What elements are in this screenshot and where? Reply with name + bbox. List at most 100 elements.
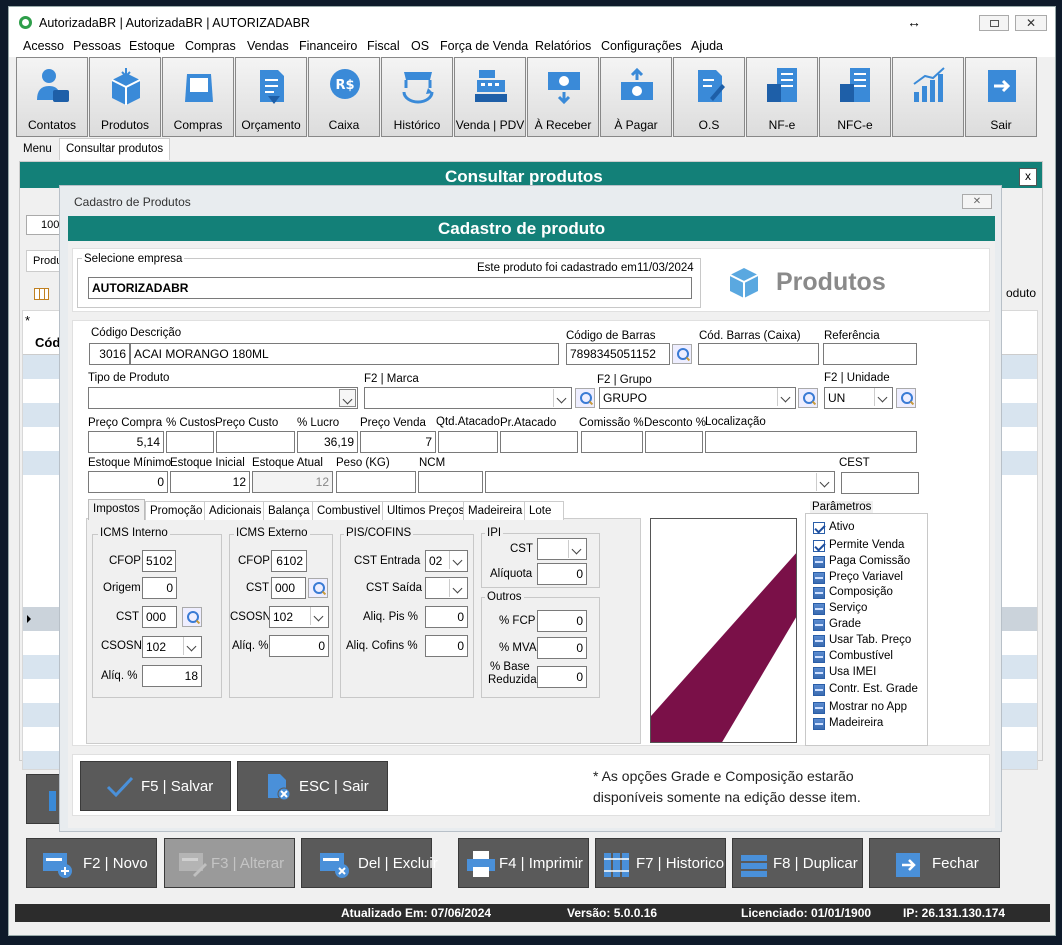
cod-barras-search-icon[interactable]: [672, 344, 692, 364]
product-image[interactable]: [650, 518, 797, 743]
tipo-produto-select[interactable]: [88, 387, 358, 409]
empresa-field[interactable]: AUTORIZADABR: [88, 277, 692, 299]
cod-barras-caixa-field[interactable]: [698, 343, 819, 365]
menu-forca-de-venda[interactable]: Força de Venda: [440, 39, 528, 53]
historico-button[interactable]: F7 | Historico: [595, 838, 726, 888]
icms-ext-cfop-field[interactable]: 6102: [271, 550, 307, 572]
toolbar-nfe-button[interactable]: NF-e: [746, 57, 818, 137]
salvar-button[interactable]: F5 | Salvar: [80, 761, 231, 811]
peso-field[interactable]: [336, 471, 416, 493]
cod-barras-field[interactable]: 7898345051152: [566, 343, 670, 365]
referencia-field[interactable]: [823, 343, 917, 365]
subtab-ultimos-precos[interactable]: Ultimos Preços: [382, 501, 470, 520]
ncm-select[interactable]: [485, 471, 835, 493]
toolbar-historico-button[interactable]: Histórico: [381, 57, 453, 137]
parametro-checkbox[interactable]: [813, 556, 825, 568]
marca-select[interactable]: [364, 387, 572, 409]
menu-financeiro[interactable]: Financeiro: [299, 39, 357, 53]
menu-relatorios[interactable]: Relatórios: [535, 39, 591, 53]
icms-int-cst-field[interactable]: 000: [142, 606, 177, 628]
parametro-checkbox[interactable]: [813, 651, 825, 663]
toolbar-contatos-button[interactable]: Contatos: [16, 57, 88, 137]
toolbar-compras-button[interactable]: Compras: [162, 57, 234, 137]
localizacao-field[interactable]: [705, 431, 917, 453]
sair-button[interactable]: ESC | Sair: [237, 761, 388, 811]
menu-acesso[interactable]: Acesso: [23, 39, 64, 53]
preco-custo-field[interactable]: [216, 431, 295, 453]
tab-menu[interactable]: Menu: [23, 143, 52, 155]
parametro-checkbox[interactable]: [813, 522, 825, 534]
parametro-checkbox[interactable]: [813, 619, 825, 631]
toolbar-orcamento-button[interactable]: Orçamento: [235, 57, 307, 137]
subtab-madeireira[interactable]: Madeireira: [463, 501, 528, 520]
preco-compra-field[interactable]: 5,14: [88, 431, 164, 453]
toolbar-sair-button[interactable]: Sair: [965, 57, 1037, 137]
ipi-cst-select[interactable]: [537, 538, 587, 560]
icms-int-aliq-field[interactable]: 18: [142, 665, 202, 687]
icms-ext-aliq-field[interactable]: 0: [269, 635, 329, 657]
desconto-field[interactable]: [645, 431, 703, 453]
subtab-impostos[interactable]: Impostos: [88, 499, 145, 520]
menu-estoque[interactable]: Estoque: [129, 39, 175, 53]
icms-int-cst-search-icon[interactable]: [182, 607, 202, 627]
parametro-checkbox[interactable]: [813, 587, 825, 599]
qtd-atacado-field[interactable]: [438, 431, 498, 453]
parametro-checkbox[interactable]: [813, 540, 825, 552]
lucro-field[interactable]: 36,19: [297, 431, 358, 453]
menu-ajuda[interactable]: Ajuda: [691, 39, 723, 53]
ipi-aliquota-field[interactable]: 0: [537, 563, 587, 585]
consultar-close-button[interactable]: x: [1019, 168, 1037, 186]
codigo-field[interactable]: 3016: [89, 343, 130, 365]
excluir-button[interactable]: Del | Excluir: [301, 838, 438, 888]
marca-search-icon[interactable]: [575, 388, 595, 408]
base-reduzida-field[interactable]: 0: [537, 666, 587, 688]
comissao-field[interactable]: [581, 431, 643, 453]
subtab-combustivel[interactable]: Combustivel: [312, 501, 386, 520]
menu-os[interactable]: OS: [411, 39, 429, 53]
pr-atacado-field[interactable]: [500, 431, 578, 453]
mva-field[interactable]: 0: [537, 637, 587, 659]
menu-pessoas[interactable]: Pessoas: [73, 39, 121, 53]
toolbar-os-button[interactable]: O.S: [673, 57, 745, 137]
fcp-field[interactable]: 0: [537, 610, 587, 632]
cst-saida-select[interactable]: [425, 577, 468, 599]
subtab-lote[interactable]: Lote: [524, 501, 564, 520]
parametro-checkbox[interactable]: [813, 684, 825, 696]
menu-configuracoes[interactable]: Configurações: [601, 39, 682, 53]
menu-vendas[interactable]: Vendas: [247, 39, 289, 53]
toolbar-reports-button[interactable]: [892, 57, 964, 137]
toolbar-caixa-button[interactable]: R$ Caixa: [308, 57, 380, 137]
toolbar-nfce-button[interactable]: NFC-e: [819, 57, 891, 137]
menu-compras[interactable]: Compras: [185, 39, 236, 53]
grupo-search-icon[interactable]: [798, 388, 818, 408]
parametro-checkbox[interactable]: [813, 603, 825, 615]
icms-int-cfop-field[interactable]: 5102: [142, 550, 176, 572]
tab-consultar-produtos[interactable]: Consultar produtos: [59, 138, 171, 160]
ncm-field[interactable]: [418, 471, 483, 493]
imprimir-button[interactable]: F4 | Imprimir: [458, 838, 589, 888]
subtab-promocao[interactable]: Promoção: [145, 501, 208, 520]
grupo-select[interactable]: GRUPO: [599, 387, 796, 409]
aliq-cofins-field[interactable]: 0: [425, 635, 468, 657]
estoque-minimo-field[interactable]: 0: [88, 471, 168, 493]
restore-button[interactable]: [979, 15, 1009, 31]
menu-fiscal[interactable]: Fiscal: [367, 39, 400, 53]
novo-button[interactable]: F2 | Novo: [26, 838, 157, 888]
descricao-field[interactable]: ACAI MORANGO 180ML: [130, 343, 559, 365]
toolbar-a-pagar-button[interactable]: À Pagar: [600, 57, 672, 137]
parametro-checkbox[interactable]: [813, 702, 825, 714]
subtab-balanca[interactable]: Balança: [263, 501, 315, 520]
parametro-checkbox[interactable]: [813, 718, 825, 730]
toolbar-venda-pdv-button[interactable]: Venda | PDV: [454, 57, 526, 137]
parametro-checkbox[interactable]: [813, 635, 825, 647]
duplicar-button[interactable]: F8 | Duplicar: [732, 838, 863, 888]
subtab-adicionais[interactable]: Adicionais: [204, 501, 267, 520]
estoque-inicial-field[interactable]: 12: [170, 471, 250, 493]
aliq-pis-field[interactable]: 0: [425, 606, 468, 628]
preco-venda-field[interactable]: 7: [360, 431, 436, 453]
close-button[interactable]: ✕: [1015, 15, 1047, 31]
cest-field[interactable]: [841, 472, 919, 494]
custos-field[interactable]: [166, 431, 214, 453]
icms-ext-cst-field[interactable]: 000: [271, 577, 306, 599]
alterar-button[interactable]: F3 | Alterar: [164, 838, 295, 888]
